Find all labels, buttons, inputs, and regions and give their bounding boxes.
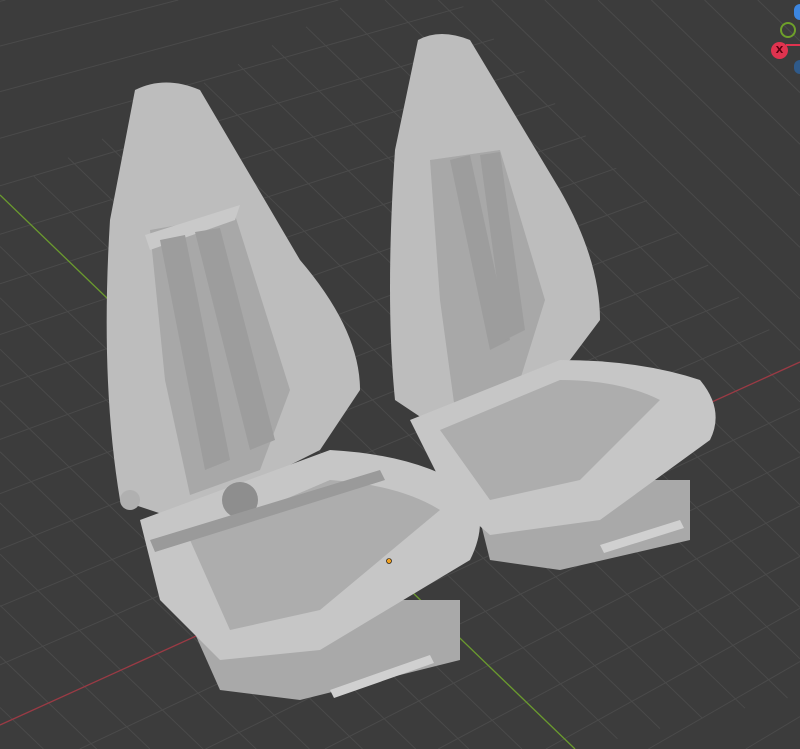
- grid-line: [597, 0, 800, 197]
- grid-line: [544, 0, 800, 248]
- grid-line: [437, 555, 800, 749]
- gizmo-z-axis[interactable]: [794, 4, 800, 20]
- gizmo-neg-z-axis[interactable]: [794, 60, 800, 74]
- gizmo-x-axis[interactable]: X: [771, 42, 788, 59]
- grid-line: [0, 707, 44, 749]
- gizmo-y-axis[interactable]: [780, 22, 796, 38]
- grid-line: [648, 661, 800, 749]
- grid-line: [745, 716, 800, 749]
- viewport-canvas[interactable]: [0, 0, 800, 749]
- gizmo-x-line: [786, 44, 800, 46]
- grid-line: [0, 0, 179, 47]
- grid-line: [0, 0, 6, 2]
- 3d-viewport[interactable]: X: [0, 0, 800, 749]
- grid-line: [0, 604, 151, 749]
- grid-line: [545, 607, 800, 749]
- origin-point: [386, 558, 392, 564]
- grid-line: [651, 0, 800, 145]
- grid-line: [0, 0, 339, 93]
